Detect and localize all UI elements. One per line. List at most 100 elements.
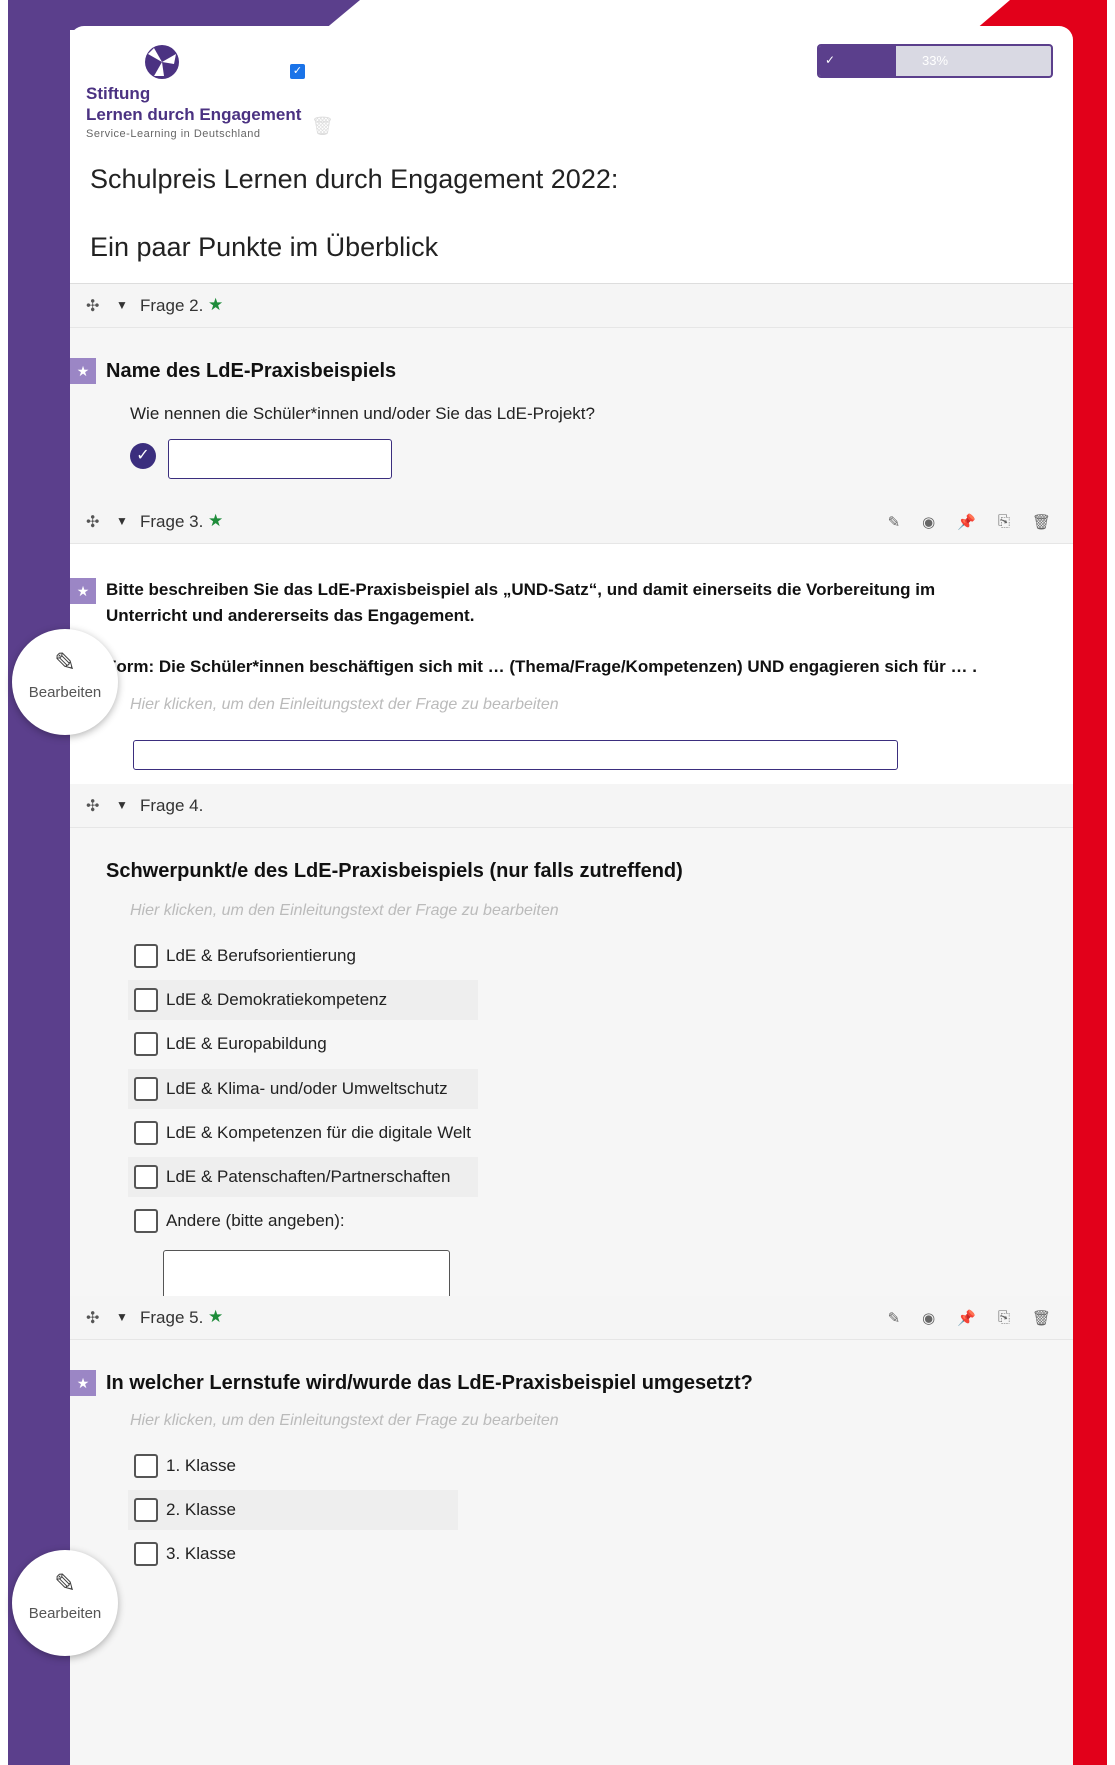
- pin-icon[interactable]: 📌: [957, 1309, 976, 1327]
- collapse-caret-icon[interactable]: ▼: [116, 298, 128, 312]
- eye-icon[interactable]: ◉: [922, 1309, 935, 1327]
- logo-select-checkbox[interactable]: ✓: [290, 64, 305, 79]
- logo-trash-icon[interactable]: 🗑: [311, 116, 334, 136]
- checkbox-option[interactable]: LdE & Berufsorientierung: [128, 936, 478, 976]
- question-title-line2: Unterricht und andererseits das Engageme…: [106, 606, 475, 625]
- survey-card: Stiftung Lernen durch Engagement Service…: [70, 26, 1073, 1765]
- edit-bubble[interactable]: ✎ Bearbeiten: [12, 629, 118, 735]
- required-star-icon: ★: [208, 295, 224, 314]
- logo-mark-icon: [145, 45, 179, 79]
- pin-icon[interactable]: 📌: [957, 513, 976, 531]
- move-handle-icon[interactable]: ✣: [86, 512, 99, 532]
- pencil-icon[interactable]: ✎: [888, 1309, 901, 1327]
- option-label: LdE & Patenschaften/Partnerschaften: [166, 1167, 451, 1186]
- question-intro-hint[interactable]: Hier klicken, um den Einleitungstext der…: [130, 902, 559, 920]
- progress-bar: ✓ 33%: [817, 44, 1053, 78]
- checkbox-option[interactable]: LdE & Klima- und/oder Umweltschutz: [128, 1069, 478, 1109]
- move-handle-icon[interactable]: ✣: [86, 1308, 99, 1328]
- checkbox[interactable]: [134, 1542, 158, 1566]
- option-label: LdE & Demokratiekompetenz: [166, 990, 388, 1009]
- checkbox-option[interactable]: LdE & Europabildung: [128, 1024, 478, 1064]
- option-label: LdE & Klima- und/oder Umweltschutz: [166, 1079, 448, 1098]
- question-star-icon: ★: [70, 358, 96, 384]
- question-title: Name des LdE-Praxisbeispiels: [106, 360, 397, 382]
- trash-icon[interactable]: 🗑: [1032, 513, 1051, 531]
- question-tools: ✎ ◉ 📌 ⎘ 🗑: [888, 1309, 1051, 1327]
- checkbox[interactable]: [134, 1165, 158, 1189]
- checkbox[interactable]: [134, 1454, 158, 1478]
- move-handle-icon[interactable]: ✣: [86, 796, 99, 816]
- collapse-caret-icon[interactable]: ▼: [116, 1310, 128, 1324]
- collapse-caret-icon[interactable]: ▼: [116, 514, 128, 528]
- checkbox[interactable]: [134, 1032, 158, 1056]
- question-toolbar: ✣ ▼ Frage 5. ★ ✎ ◉ 📌 ⎘ 🗑: [70, 1296, 1073, 1340]
- checkbox[interactable]: [134, 1121, 158, 1145]
- edit-bubble-label: Bearbeiten: [28, 1605, 102, 1622]
- question-4: ✣ ▼ Frage 4. Schwerpunkt/e des LdE-Praxi…: [70, 784, 1073, 1340]
- checkbox-option-other[interactable]: Andere (bitte angeben):: [128, 1201, 478, 1241]
- page-edge-right: [1107, 0, 1115, 1765]
- required-star-icon: ★: [208, 1307, 224, 1326]
- required-star-icon: ★: [208, 511, 224, 530]
- question-3: ✣ ▼ Frage 3. ★ ✎ ◉ 📌 ⎘ 🗑 ★ Bitte beschre…: [70, 500, 1073, 784]
- question-help: Wie nennen die Schüler*innen und/oder Si…: [130, 404, 595, 423]
- option-label: 2. Klasse: [166, 1500, 236, 1519]
- question-5: ✣ ▼ Frage 5. ★ ✎ ◉ 📌 ⎘ 🗑 ★ In welcher Le…: [70, 1296, 1073, 1765]
- option-label: Andere (bitte angeben):: [166, 1211, 345, 1230]
- option-label: LdE & Kompetenzen für die digitale Welt: [166, 1123, 471, 1142]
- option-label: LdE & Berufsorientierung: [166, 946, 356, 965]
- trash-icon[interactable]: 🗑: [1032, 1309, 1051, 1327]
- checkbox-option[interactable]: LdE & Kompetenzen für die digitale Welt: [128, 1113, 478, 1153]
- project-name-input[interactable]: [168, 439, 392, 479]
- copy-icon[interactable]: ⎘: [998, 1309, 1010, 1327]
- checkbox[interactable]: [134, 1077, 158, 1101]
- question-title-line1: Bitte beschreiben Sie das LdE-Praxisbeis…: [106, 580, 936, 599]
- checkbox[interactable]: [134, 988, 158, 1012]
- checkbox[interactable]: [134, 1209, 158, 1233]
- logo: Stiftung Lernen durch Engagement Service…: [86, 44, 334, 140]
- checkbox-option[interactable]: 3. Klasse: [128, 1534, 458, 1574]
- logo-main-text: Lernen durch Engagement: [86, 105, 302, 124]
- copy-icon[interactable]: ⎘: [998, 513, 1010, 531]
- page-edge-left: [0, 0, 8, 1765]
- collapse-caret-icon[interactable]: ▼: [116, 798, 128, 812]
- question-body: ★ Name des LdE-Praxisbeispiels Wie nenne…: [70, 328, 1073, 500]
- logo-subtitle: Service-Learning in Deutschland: [86, 128, 261, 140]
- checkbox-option[interactable]: LdE & Demokratiekompetenz: [128, 980, 478, 1020]
- question-intro-hint[interactable]: Hier klicken, um den Einleitungstext der…: [130, 1412, 559, 1430]
- question-title: Schwerpunkt/e des LdE-Praxisbeispiels (n…: [106, 860, 683, 882]
- question-toolbar: ✣ ▼ Frage 3. ★ ✎ ◉ 📌 ⎘ 🗑: [70, 500, 1073, 544]
- progress-label: 33%: [921, 53, 949, 68]
- logo-stiftung: Stiftung: [86, 84, 151, 103]
- answered-check-icon: ✓: [130, 443, 156, 469]
- question-title: In welcher Lernstufe wird/wurde das LdE-…: [106, 1372, 753, 1394]
- checkbox-option[interactable]: 1. Klasse: [128, 1446, 458, 1486]
- survey-title: Schulpreis Lernen durch Engagement 2022:: [90, 164, 619, 194]
- question-number: Frage 3.: [140, 512, 204, 531]
- checkbox-option[interactable]: 2. Klasse: [128, 1490, 458, 1530]
- question-number: Frage 4.: [140, 796, 204, 815]
- und-satz-input[interactable]: [133, 740, 898, 770]
- option-label: 1. Klasse: [166, 1456, 236, 1475]
- question-title-line3: Form: Die Schüler*innen beschäftigen sic…: [106, 657, 977, 676]
- checkbox[interactable]: [134, 944, 158, 968]
- checkbox-option[interactable]: LdE & Patenschaften/Partnerschaften: [128, 1157, 478, 1197]
- question-intro-hint[interactable]: Hier klicken, um den Einleitungstext der…: [130, 696, 559, 714]
- option-label: LdE & Europabildung: [166, 1034, 327, 1053]
- pen-icon: ✎: [54, 647, 76, 677]
- question-star-icon: ★: [70, 1370, 96, 1396]
- question-number: Frage 5.: [140, 1308, 204, 1327]
- eye-icon[interactable]: ◉: [922, 513, 935, 531]
- question-number: Frage 2.: [140, 296, 204, 315]
- question-body: Schwerpunkt/e des LdE-Praxisbeispiels (n…: [70, 828, 1073, 1340]
- move-handle-icon[interactable]: ✣: [86, 296, 99, 316]
- checkbox[interactable]: [134, 1498, 158, 1522]
- pen-icon: ✎: [54, 1568, 76, 1598]
- question-body: ★ In welcher Lernstufe wird/wurde das Ld…: [70, 1340, 1073, 1765]
- edit-bubble[interactable]: ✎ Bearbeiten: [12, 1550, 118, 1656]
- survey-header: Stiftung Lernen durch Engagement Service…: [70, 26, 1073, 284]
- question-toolbar: ✣ ▼ Frage 4.: [70, 784, 1073, 828]
- edit-bubble-label: Bearbeiten: [28, 684, 102, 701]
- question-star-icon: ★: [70, 578, 96, 604]
- pencil-icon[interactable]: ✎: [888, 513, 901, 531]
